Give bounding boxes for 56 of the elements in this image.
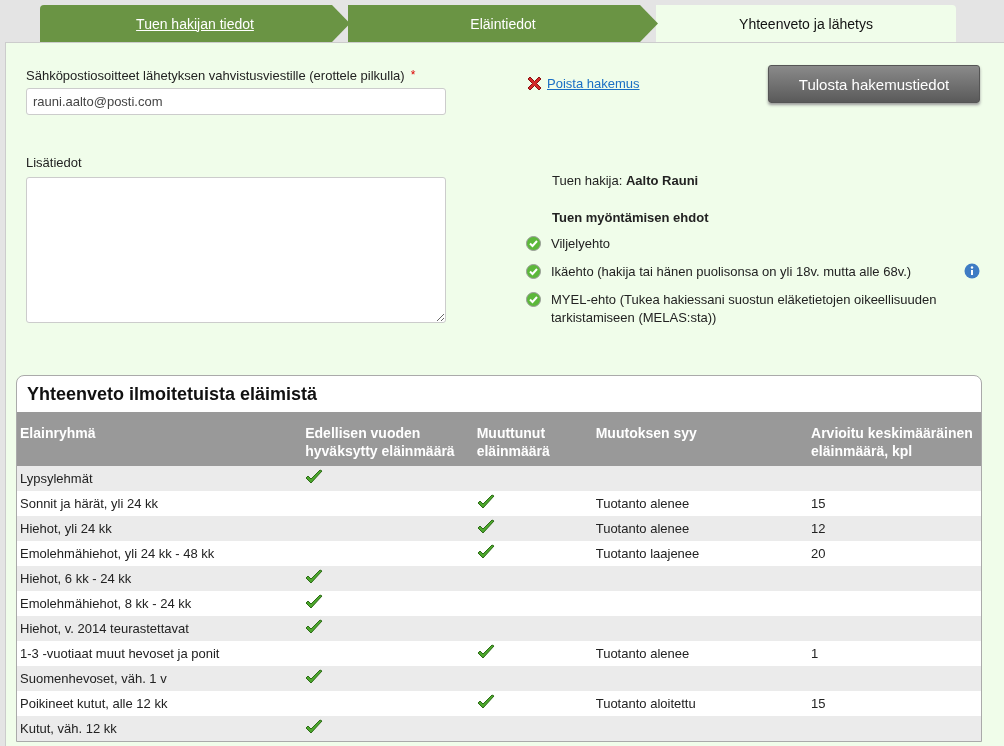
table-cell: Hiehot, 6 kk - 24 kk	[17, 566, 303, 591]
check-icon	[305, 469, 324, 485]
column-header: Arvioitu keskimääräinen eläinmäärä, kpl	[808, 412, 981, 466]
column-header: Muuttunut eläinmäärä	[473, 412, 593, 466]
table-cell: Poikineet kutut, alle 12 kk	[17, 691, 303, 716]
check-icon	[476, 519, 495, 535]
delete-link[interactable]: Poista hakemus	[526, 75, 640, 92]
table-cell: Sonnit ja härät, yli 24 kk	[17, 491, 303, 516]
column-header: Muutoksen syy	[592, 412, 809, 466]
conditions-title: Tuen myöntämisen ehdot	[552, 210, 710, 225]
email-field[interactable]: rauni.aalto@posti.com	[26, 88, 446, 115]
table-cell: 1	[811, 646, 819, 661]
table-cell: Tuotanto alenee	[595, 646, 690, 661]
field-label: Lisätiedot	[26, 155, 83, 170]
check-icon	[305, 669, 324, 685]
table-cell: Suomenhevoset, väh. 1 v	[17, 666, 303, 691]
table-cell: Hiehot, v. 2014 teurastettavat	[17, 616, 303, 641]
condition-text: Viljelyehto	[551, 235, 612, 253]
check-icon	[476, 494, 495, 510]
required-mark: *	[410, 68, 416, 82]
table-cell: 15	[811, 496, 826, 511]
print-button[interactable]: Tulosta hakemustiedot	[768, 65, 980, 103]
table-cell: 12	[811, 521, 826, 536]
check-icon	[305, 594, 324, 610]
table-cell: 1-3 -vuotiaat muut hevoset ja ponit	[17, 641, 303, 666]
condition-text: Ikäehto (hakija tai hänen puolisonsa on yli 18v. mutta alle 68v.)	[551, 263, 913, 281]
table-cell: Tuotanto alenee	[595, 496, 690, 511]
step-tab[interactable]: Tuen hakijan tiedot	[40, 5, 350, 42]
table-cell: Kutut, väh. 12 kk	[17, 716, 303, 741]
panel-title: Yhteenveto ilmoitetuista eläimistä	[26, 383, 319, 406]
column-header: Elainryhmä	[17, 412, 303, 466]
notes-field[interactable]	[26, 177, 446, 323]
check-icon	[305, 569, 324, 585]
condition-text: MYEL-ehto (Tukea hakiessani suostun eläketietojen oikeellisuuden tarkistamiseen (MELAS:sta))	[551, 291, 938, 327]
table-cell: 15	[811, 696, 826, 711]
column-header: Edellisen vuoden hyväksytty eläinmäärä	[302, 412, 474, 466]
check-icon	[305, 719, 324, 735]
table-cell: Tuotanto alenee	[595, 521, 690, 536]
applicant-text: Tuen hakija: Aalto Rauni	[552, 173, 700, 188]
step-tab[interactable]: Yhteenveto ja lähetys	[656, 5, 956, 42]
table-cell: Tuotanto aloitettu	[595, 696, 696, 711]
check-icon	[305, 619, 324, 635]
check-icon	[476, 644, 495, 660]
step-link[interactable]: Tuen hakijan tiedot	[136, 15, 254, 32]
table-cell: Emolehmähiehot, yli 24 kk - 48 kk	[17, 541, 303, 566]
step-tab[interactable]: Eläintiedot	[348, 5, 658, 42]
check-icon	[476, 694, 495, 710]
field-label: Sähköpostiosoitteet lähetyksen vahvistusviestille (erottele pilkulla)	[26, 68, 405, 83]
table-cell: 20	[811, 546, 826, 561]
table-cell: Emolehmähiehot, 8 kk - 24 kk	[17, 591, 303, 616]
close-icon	[526, 75, 543, 92]
check-icon	[476, 544, 495, 560]
table-cell: Lypsylehmät	[17, 466, 303, 491]
info-icon[interactable]	[964, 263, 980, 279]
table-cell: Hiehot, yli 24 kk	[17, 516, 303, 541]
table-cell: Tuotanto laajenee	[595, 546, 700, 561]
